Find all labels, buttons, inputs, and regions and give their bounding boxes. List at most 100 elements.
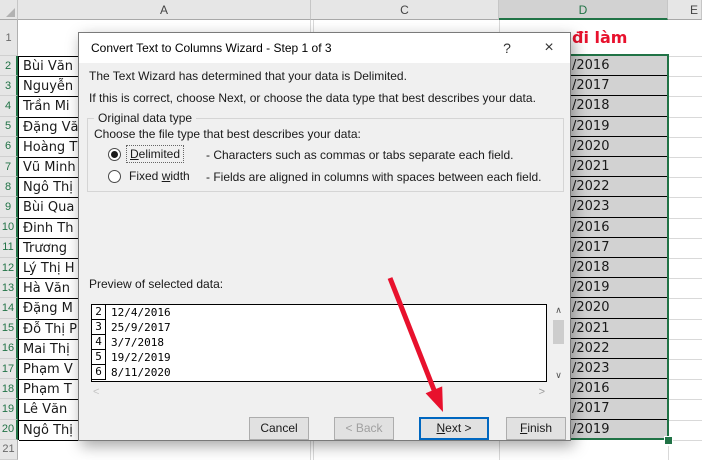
gridline	[668, 420, 702, 421]
preview-row-number: 4	[92, 335, 106, 350]
gridline	[668, 157, 702, 158]
preview-row-text: 8/11/2020	[111, 366, 171, 379]
scroll-up-icon[interactable]: ∧	[552, 304, 565, 317]
cell-date[interactable]: /2022	[570, 339, 668, 359]
help-button[interactable]: ?	[492, 33, 522, 63]
back-button[interactable]: < Back	[334, 417, 394, 440]
fill-handle[interactable]	[664, 436, 673, 445]
gridline	[668, 319, 702, 320]
gridline	[668, 117, 702, 118]
gridline	[668, 56, 702, 57]
row-header[interactable]: 5	[0, 117, 18, 137]
cell-date[interactable]: /2016	[570, 379, 668, 399]
row-header[interactable]: 15	[0, 319, 18, 339]
scrollbar-thumb[interactable]	[553, 320, 564, 344]
row-header[interactable]: 13	[0, 278, 18, 298]
gridline	[668, 76, 702, 77]
row-header[interactable]: 2	[0, 56, 18, 76]
column-header-a[interactable]: A	[18, 0, 311, 20]
cell-date[interactable]: /2016	[570, 56, 668, 76]
cancel-button[interactable]: Cancel	[249, 417, 309, 440]
radio-delimited[interactable]: Delimited	[108, 146, 184, 162]
column-header-c[interactable]: C	[311, 0, 499, 20]
group-label: Original data type	[94, 111, 196, 125]
finish-button[interactable]: Finish	[506, 417, 566, 440]
dialog-title: Convert Text to Columns Wizard - Step 1 …	[91, 33, 332, 63]
preview-row-number: 6	[92, 365, 106, 380]
radio-unselected-icon	[108, 170, 121, 183]
cell-date[interactable]: /2019	[570, 278, 668, 298]
row-header[interactable]: 11	[0, 238, 18, 258]
cell-date[interactable]: /2019	[570, 117, 668, 137]
cell-date[interactable]: /2017	[570, 399, 668, 419]
preview-row-text: 25/9/2017	[111, 321, 171, 334]
cell-date[interactable]: /2022	[570, 177, 668, 197]
row-header[interactable]: 6	[0, 137, 18, 157]
gridline	[668, 278, 702, 279]
preview-label: Preview of selected data:	[89, 277, 223, 291]
preview-row: 3 25/9/2017	[92, 320, 546, 335]
select-all-icon	[6, 8, 15, 17]
scroll-down-icon[interactable]: ∨	[552, 369, 565, 382]
cell-date[interactable]: /2021	[570, 319, 668, 339]
preview-row-text: 19/2/2019	[111, 351, 171, 364]
preview-vertical-scrollbar[interactable]: ∧ ∨	[552, 304, 565, 382]
delimited-description: - Characters such as commas or tabs sepa…	[206, 148, 513, 162]
row-header[interactable]: 16	[0, 339, 18, 359]
cell-date[interactable]: /2021	[570, 157, 668, 177]
excel-window: A C D E 12345678910111213141516171819202…	[0, 0, 702, 460]
cell-date[interactable]: /2019	[570, 420, 668, 440]
column-header-e[interactable]: E	[668, 0, 702, 20]
next-button[interactable]: Next >	[419, 417, 489, 440]
preview-box: 212/4/2016325/9/201743/7/2018519/2/20196…	[91, 304, 547, 382]
cell-date[interactable]: /2016	[570, 218, 668, 238]
scroll-left-icon[interactable]: <	[93, 385, 99, 399]
row-header[interactable]: 20	[0, 420, 18, 440]
radio-selected-icon	[108, 148, 121, 161]
radio-delimited-label: Delimited	[126, 145, 184, 163]
radio-fixed-width-label: Fixed width	[126, 168, 193, 184]
row-header[interactable]: 12	[0, 258, 18, 278]
row-header[interactable]: 14	[0, 298, 18, 318]
gridline	[668, 339, 702, 340]
preview-row-number: 5	[92, 350, 106, 365]
row-header[interactable]: 10	[0, 218, 18, 238]
cell-date[interactable]: /2017	[570, 76, 668, 96]
row-header[interactable]: 7	[0, 157, 18, 177]
preview-row-number: 3	[92, 320, 106, 335]
row-header[interactable]: 18	[0, 379, 18, 399]
cell-date-header[interactable]: đi làm	[570, 20, 670, 54]
preview-horizontal-scrollbar[interactable]: < >	[91, 385, 547, 399]
cell-date[interactable]: /2017	[570, 238, 668, 258]
cell-date[interactable]: /2018	[570, 96, 668, 116]
cell-date[interactable]: /2018	[570, 258, 668, 278]
row-header[interactable]: 3	[0, 76, 18, 96]
row-header[interactable]: 21	[0, 440, 18, 460]
row-header[interactable]: 17	[0, 359, 18, 379]
dialog-titlebar[interactable]: Convert Text to Columns Wizard - Step 1 …	[79, 33, 570, 63]
row-header[interactable]: 4	[0, 96, 18, 116]
gridline	[668, 399, 702, 400]
column-header-d[interactable]: D	[499, 0, 668, 20]
preview-row-text: 12/4/2016	[111, 306, 171, 319]
cell-date[interactable]: /2020	[570, 137, 668, 157]
gridline	[668, 298, 702, 299]
row-header[interactable]: 9	[0, 197, 18, 217]
wizard-intro-line2: If this is correct, choose Next, or choo…	[89, 91, 536, 105]
select-all-corner[interactable]	[0, 0, 18, 20]
radio-fixed-width[interactable]: Fixed width	[108, 168, 193, 184]
gridline	[668, 96, 702, 97]
row-header[interactable]: 1	[0, 20, 18, 56]
gridline	[668, 440, 702, 441]
wizard-intro-line1: The Text Wizard has determined that your…	[89, 69, 407, 83]
scroll-right-icon[interactable]: >	[539, 385, 545, 399]
close-button[interactable]: ×	[534, 33, 564, 63]
cell-date[interactable]: /2020	[570, 298, 668, 318]
cell-date[interactable]: /2023	[570, 197, 668, 217]
row-header[interactable]: 8	[0, 177, 18, 197]
row-header[interactable]: 19	[0, 399, 18, 419]
cell-date[interactable]: /2023	[570, 359, 668, 379]
fixed-width-description: - Fields are aligned in columns with spa…	[206, 170, 542, 184]
original-data-type-group: Original data type Choose the file type …	[87, 118, 564, 192]
preview-row: 6 8/11/2020	[92, 365, 546, 380]
